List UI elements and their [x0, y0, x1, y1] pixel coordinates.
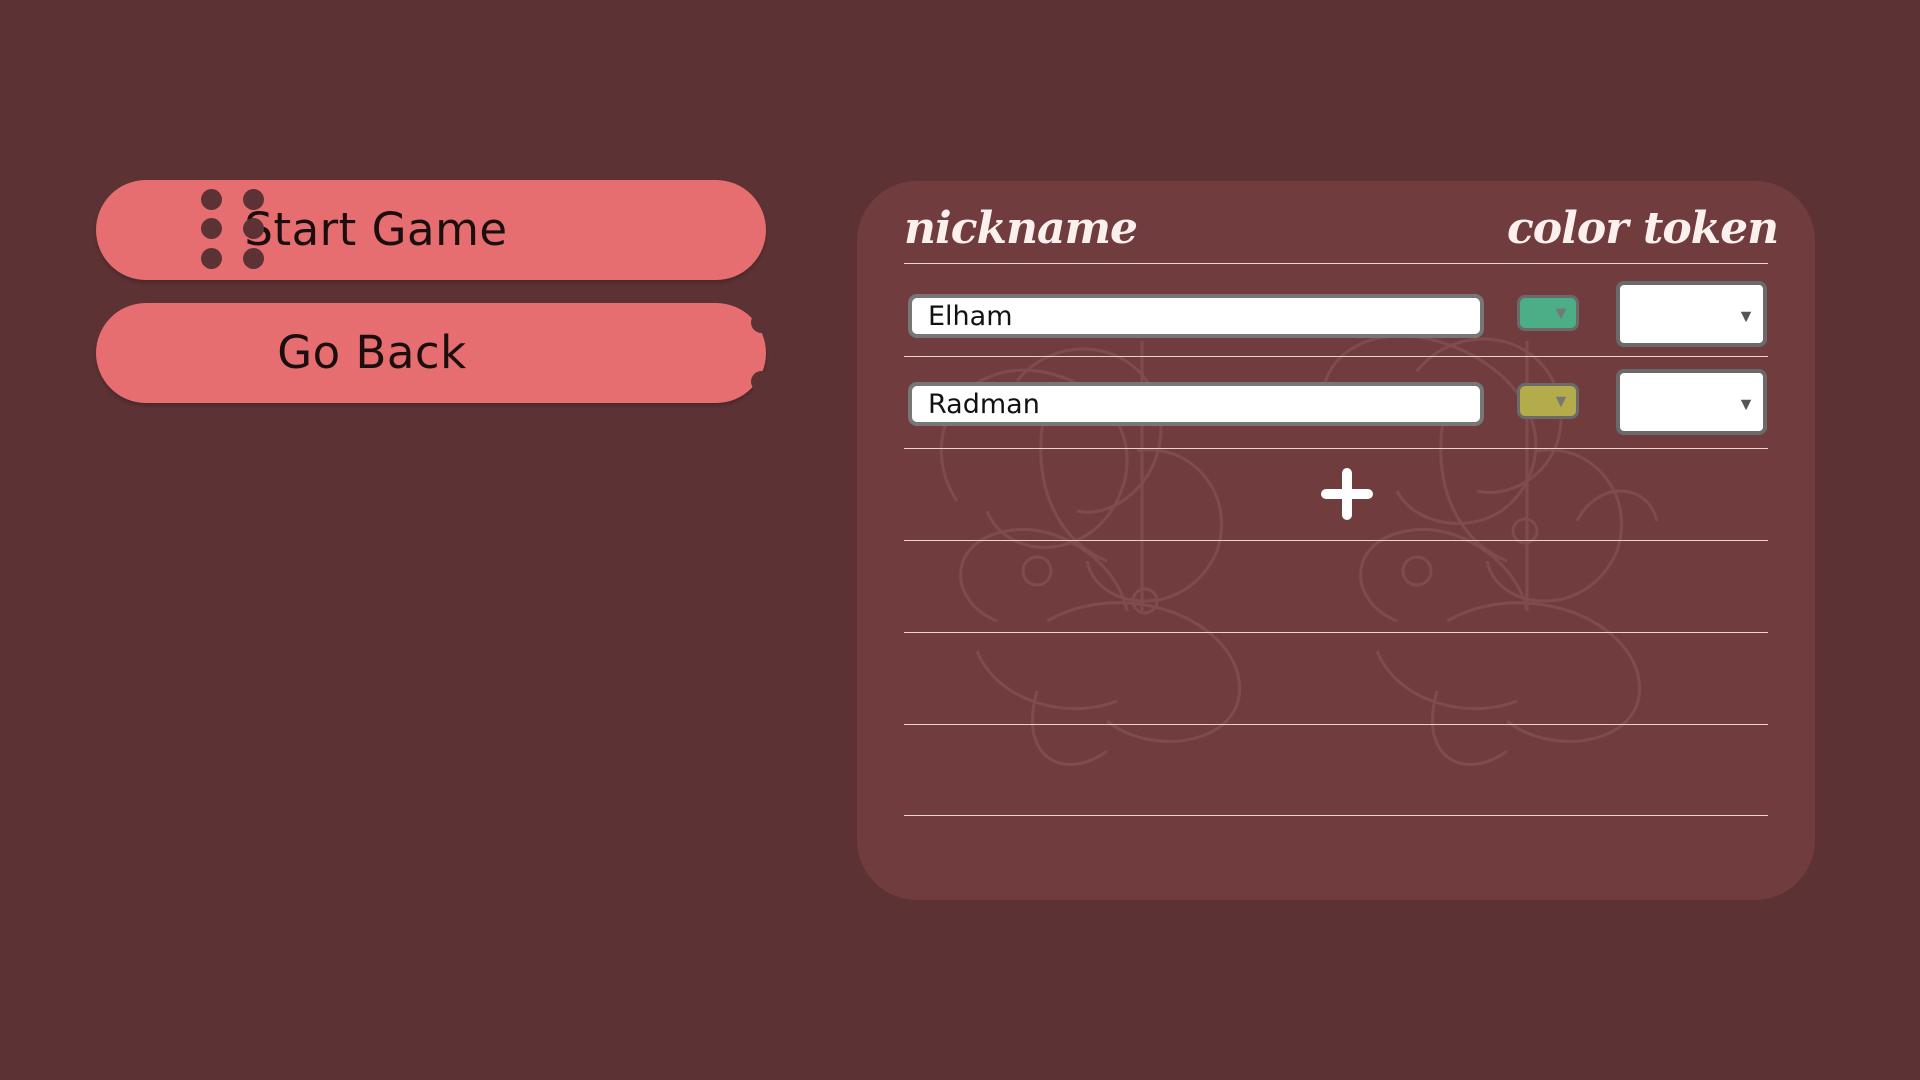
die-pip: [201, 189, 222, 210]
start-game-label: Start Game: [244, 203, 508, 256]
caret-down-icon: ▼: [1552, 391, 1570, 411]
die-pip: [201, 248, 222, 269]
row-divider: [904, 632, 1768, 633]
dice-six-icon: [201, 180, 746, 280]
player-2-token-select[interactable]: ▼: [1616, 369, 1767, 435]
go-back-button[interactable]: Go Back: [96, 303, 814, 403]
die-pip: [751, 312, 772, 333]
die-pip: [751, 371, 772, 392]
nickname-column-header: nickname: [904, 203, 1138, 254]
row-divider: [904, 448, 1768, 449]
die-pip: [793, 371, 814, 392]
row-divider: [904, 263, 1768, 264]
row-divider: [904, 540, 1768, 541]
start-game-button[interactable]: Start Game: [96, 180, 766, 280]
player-1-token-select[interactable]: ▼: [1616, 281, 1767, 347]
add-player-button[interactable]: [1319, 466, 1375, 522]
color-column-header: color: [1507, 203, 1628, 254]
die-pip: [793, 312, 814, 333]
row-divider: [904, 356, 1768, 357]
row-divider: [904, 724, 1768, 725]
go-back-label: Go Back: [277, 326, 467, 379]
die-pip: [243, 218, 264, 239]
die-pip: [772, 341, 793, 362]
plus-icon: [1321, 468, 1373, 520]
die-pip: [201, 218, 222, 239]
caret-down-icon: ▼: [1737, 306, 1755, 326]
player-2-nickname-input[interactable]: [908, 382, 1484, 426]
caret-down-icon: ▼: [1737, 394, 1755, 414]
row-divider: [904, 815, 1768, 816]
players-panel: nickname color token ▼ ▼ ▼ ▼: [857, 181, 1815, 900]
caret-down-icon: ▼: [1552, 303, 1570, 323]
die-pip: [243, 189, 264, 210]
player-2-color-select[interactable]: ▼: [1517, 383, 1579, 419]
player-1-color-select[interactable]: ▼: [1517, 295, 1579, 331]
dice-five-icon: [646, 303, 814, 403]
player-1-nickname-input[interactable]: [908, 294, 1484, 338]
die-pip: [243, 248, 264, 269]
token-column-header: token: [1643, 203, 1779, 254]
